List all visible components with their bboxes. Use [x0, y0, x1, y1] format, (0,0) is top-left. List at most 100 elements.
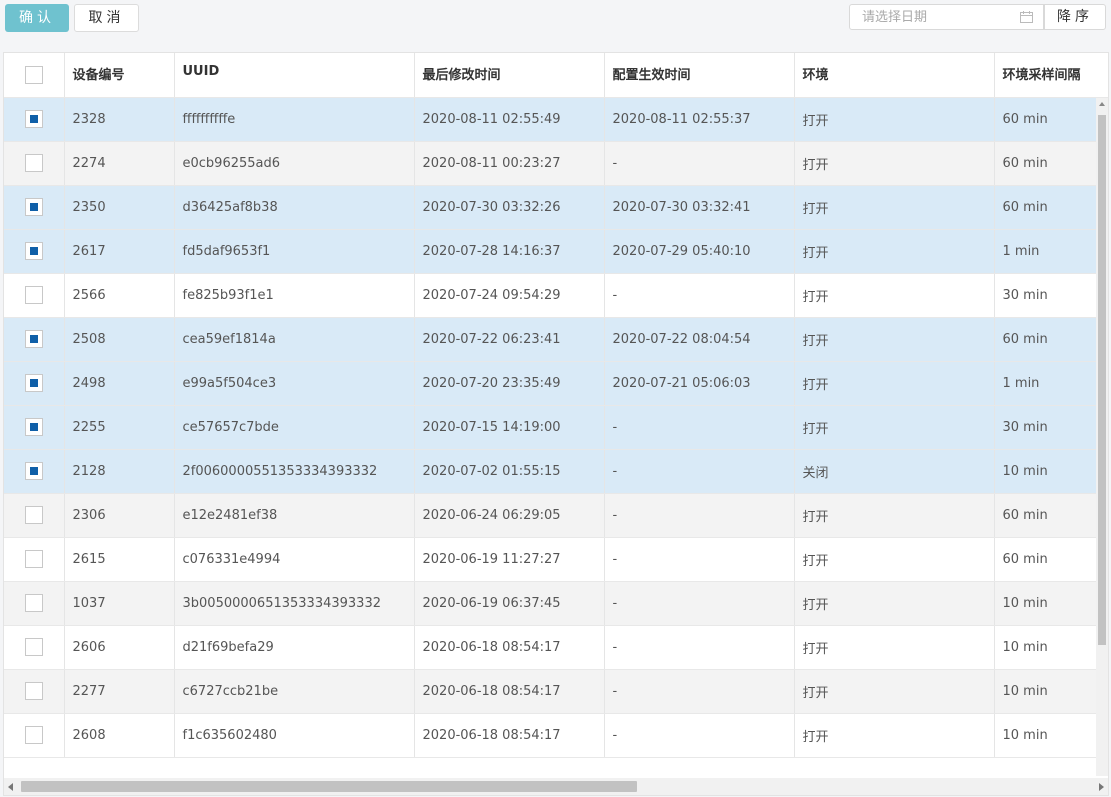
- sample-interval-cell: 30 min: [994, 273, 1108, 318]
- row-checkbox[interactable]: [24, 154, 43, 172]
- table-row[interactable]: 2608 f1c635602480 2020-06-18 08:54:17- 打开 10…: [4, 713, 1108, 758]
- row-checkbox-cell: [4, 361, 65, 406]
- scroll-right-icon[interactable]: [1099, 783, 1104, 791]
- environment-cell: 打开: [794, 493, 995, 538]
- date-picker[interactable]: [849, 4, 1044, 30]
- table-row[interactable]: 2328 ffffffffffe 2020-08-11 02:55:49 2020-0…: [4, 97, 1108, 142]
- row-checkbox[interactable]: [24, 418, 43, 436]
- row-checkbox[interactable]: [24, 110, 43, 128]
- date-input[interactable]: [862, 8, 1012, 26]
- toolbar: 确认 取消 降序: [0, 0, 1111, 36]
- device-id-cell: 2606: [64, 625, 175, 670]
- column-header-last-modified[interactable]: 最后修改时间: [414, 53, 605, 98]
- sort-desc-button[interactable]: 降序: [1044, 4, 1106, 30]
- row-checkbox[interactable]: [24, 242, 43, 260]
- sample-interval-cell: 30 min: [994, 405, 1108, 450]
- row-checkbox-cell: [4, 97, 65, 142]
- effective-time-cell: 2020-07-30 03:32:41: [604, 185, 795, 230]
- device-id-cell: 2350: [64, 185, 175, 230]
- device-id-cell: 2328: [64, 97, 175, 142]
- scroll-left-icon[interactable]: [8, 783, 13, 791]
- row-checkbox[interactable]: [24, 198, 43, 216]
- row-checkbox[interactable]: [24, 374, 43, 392]
- row-checkbox-cell: [4, 537, 65, 582]
- uuid-cell: fe825b93f1e1: [174, 273, 415, 318]
- row-checkbox-cell: [4, 185, 65, 230]
- uuid-cell: e99a5f504ce3: [174, 361, 415, 406]
- vertical-scroll-thumb[interactable]: [1098, 115, 1106, 645]
- table-row[interactable]: 2277 c6727ccb21be 2020-06-18 08:54:17- 打开 10…: [4, 669, 1108, 714]
- select-all-checkbox[interactable]: [24, 65, 43, 84]
- table-row[interactable]: 2498 e99a5f504ce3 2020-07-20 23:35:49 2020-…: [4, 361, 1108, 406]
- table-row[interactable]: 2255 ce57657c7bde 2020-07-15 14:19:00- 打开 30…: [4, 405, 1108, 450]
- last-modified-cell: 2020-06-19 11:27:27: [414, 537, 605, 582]
- table-row[interactable]: 2615 c076331e4994 2020-06-19 11:27:27- 打开 60…: [4, 537, 1108, 582]
- row-checkbox[interactable]: [24, 462, 43, 480]
- device-id-cell: 2255: [64, 405, 175, 450]
- row-checkbox-cell: [4, 713, 65, 758]
- sample-interval-cell: 10 min: [994, 669, 1108, 714]
- sample-interval-cell: 60 min: [994, 141, 1108, 186]
- table-row[interactable]: 2508 cea59ef1814a 2020-07-22 06:23:41 2020-…: [4, 317, 1108, 362]
- row-checkbox[interactable]: [24, 638, 43, 656]
- confirm-button[interactable]: 确认: [5, 4, 69, 32]
- device-id-cell: 2617: [64, 229, 175, 274]
- horizontal-scrollbar[interactable]: [4, 778, 1108, 795]
- cancel-button[interactable]: 取消: [74, 4, 139, 32]
- device-id-cell: 2128: [64, 449, 175, 494]
- last-modified-cell: 2020-07-28 14:16:37: [414, 229, 605, 274]
- row-checkbox[interactable]: [24, 286, 43, 304]
- sample-interval-cell: 60 min: [994, 185, 1108, 230]
- last-modified-cell: 2020-07-15 14:19:00: [414, 405, 605, 450]
- effective-time-cell: 2020-07-21 05:06:03: [604, 361, 795, 406]
- device-id-cell: 2615: [64, 537, 175, 582]
- table-row[interactable]: 2274 e0cb96255ad6 2020-08-11 00:23:27- 打开 60…: [4, 141, 1108, 186]
- uuid-cell: 2f0060000551353334393332: [174, 449, 415, 494]
- sample-interval-cell: 10 min: [994, 449, 1108, 494]
- effective-time-cell: -: [604, 141, 795, 186]
- device-id-cell: 2498: [64, 361, 175, 406]
- calendar-icon[interactable]: [1020, 11, 1033, 23]
- environment-cell: 打开: [794, 97, 995, 142]
- row-checkbox[interactable]: [24, 682, 43, 700]
- last-modified-cell: 2020-06-18 08:54:17: [414, 669, 605, 714]
- environment-cell: 打开: [794, 141, 995, 186]
- environment-cell: 打开: [794, 581, 995, 626]
- column-header-uuid[interactable]: UUID: [174, 53, 415, 98]
- effective-time-cell: -: [604, 713, 795, 758]
- scroll-up-icon[interactable]: [1099, 102, 1105, 106]
- last-modified-cell: 2020-08-11 02:55:49: [414, 97, 605, 142]
- effective-time-cell: -: [604, 273, 795, 318]
- row-checkbox[interactable]: [24, 550, 43, 568]
- column-header-sample-interval[interactable]: 环境采样间隔: [994, 53, 1108, 98]
- row-checkbox[interactable]: [24, 330, 43, 348]
- row-checkbox[interactable]: [24, 726, 43, 744]
- effective-time-cell: -: [604, 581, 795, 626]
- last-modified-cell: 2020-08-11 00:23:27: [414, 141, 605, 186]
- row-checkbox-cell: [4, 625, 65, 670]
- sample-interval-cell: 60 min: [994, 537, 1108, 582]
- table-row[interactable]: 2306 e12e2481ef38 2020-06-24 06:29:05- 打开 60…: [4, 493, 1108, 538]
- table-row[interactable]: 2566 fe825b93f1e1 2020-07-24 09:54:29- 打开 30…: [4, 273, 1108, 318]
- environment-cell: 打开: [794, 669, 995, 714]
- row-checkbox-cell: [4, 273, 65, 318]
- sample-interval-cell: 10 min: [994, 625, 1108, 670]
- sample-interval-cell: 1 min: [994, 229, 1108, 274]
- table-row[interactable]: 2128 2f0060000551353334393332 2020-07-02 0…: [4, 449, 1108, 494]
- table-row[interactable]: 2617 fd5daf9653f1 2020-07-28 14:16:37 2020-…: [4, 229, 1108, 274]
- column-header-device-id[interactable]: 设备编号: [64, 53, 175, 98]
- column-header-effective-time[interactable]: 配置生效时间: [604, 53, 795, 98]
- last-modified-cell: 2020-07-24 09:54:29: [414, 273, 605, 318]
- table-row[interactable]: 2350 d36425af8b38 2020-07-30 03:32:26 2020-…: [4, 185, 1108, 230]
- table-row[interactable]: 1037 3b0050000651353334393332 2020-06-19 0…: [4, 581, 1108, 626]
- last-modified-cell: 2020-06-18 08:54:17: [414, 625, 605, 670]
- vertical-scrollbar[interactable]: [1096, 98, 1108, 776]
- column-header-environment[interactable]: 环境: [794, 53, 995, 98]
- last-modified-cell: 2020-06-24 06:29:05: [414, 493, 605, 538]
- row-checkbox[interactable]: [24, 594, 43, 612]
- horizontal-scroll-thumb[interactable]: [21, 781, 637, 792]
- uuid-cell: cea59ef1814a: [174, 317, 415, 362]
- table-row[interactable]: 2606 d21f69befa29 2020-06-18 08:54:17- 打开 10…: [4, 625, 1108, 670]
- row-checkbox[interactable]: [24, 506, 43, 524]
- effective-time-cell: -: [604, 669, 795, 714]
